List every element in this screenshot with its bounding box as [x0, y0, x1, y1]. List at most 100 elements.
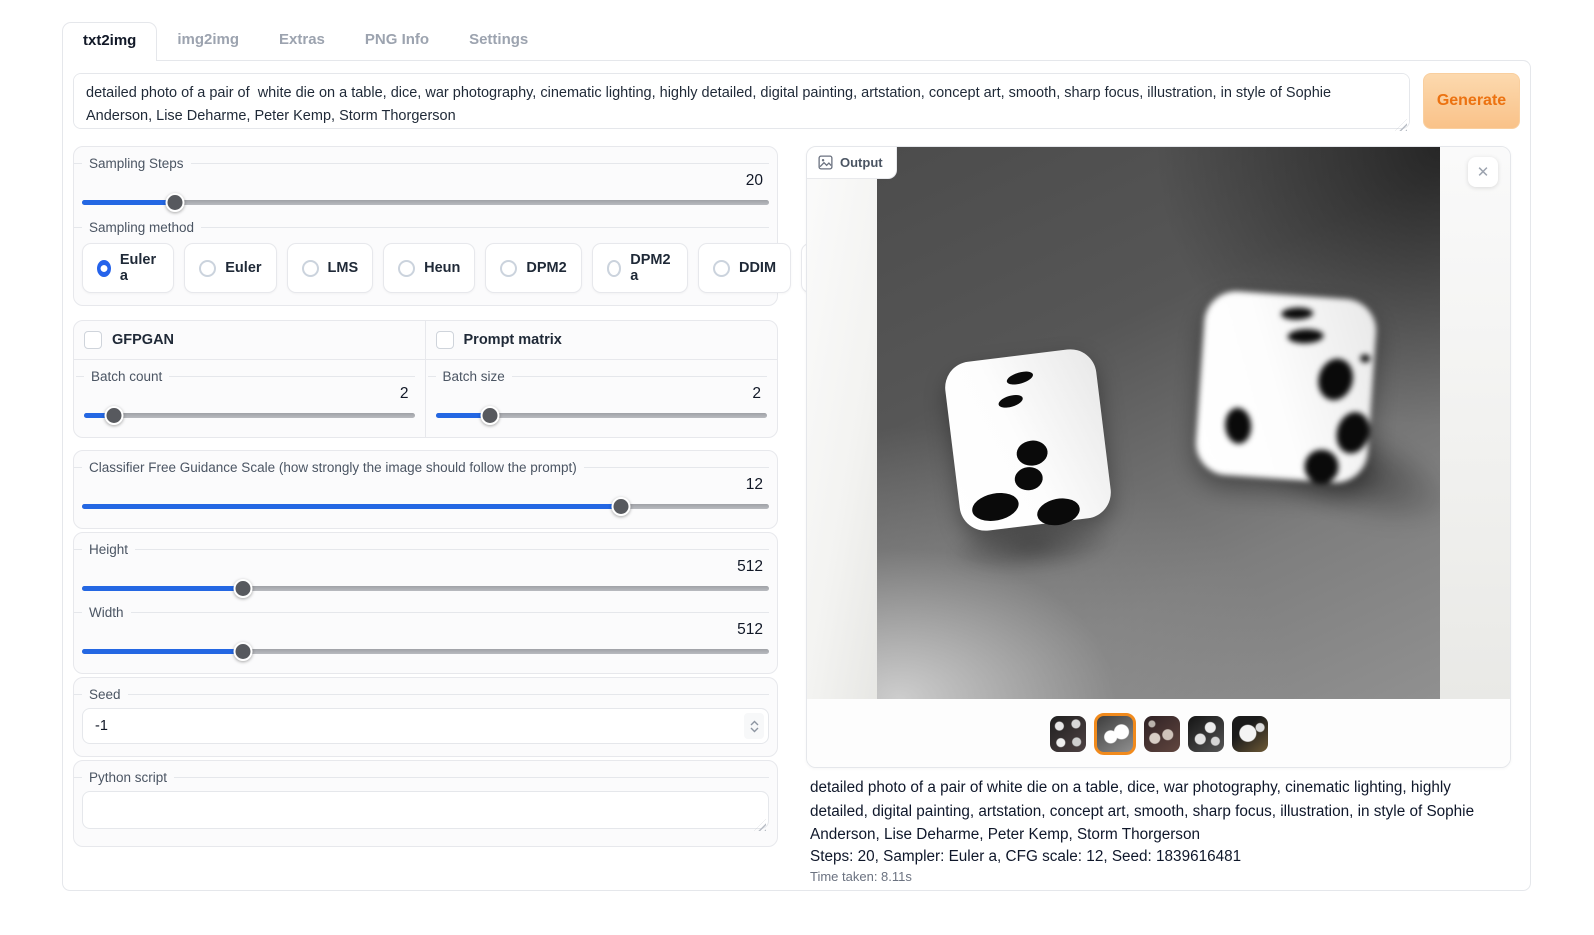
radio-icon	[199, 260, 216, 277]
height-value: 512	[82, 558, 769, 576]
prompt-textarea-wrap: detailed photo of a pair of white die on…	[73, 73, 1410, 134]
image-blur-edge-right	[1440, 147, 1510, 699]
radio-icon	[713, 260, 730, 277]
die-right	[1194, 289, 1378, 485]
slider-thumb[interactable]	[104, 406, 123, 425]
cfg-scale-label: Classifier Free Guidance Scale (how stro…	[82, 460, 769, 475]
radio-icon	[302, 260, 319, 277]
batch-count-slider[interactable]	[84, 405, 415, 425]
cfg-scale-value: 12	[82, 476, 769, 494]
output-label-chip: Output	[807, 147, 897, 179]
gallery-thumbnails	[807, 699, 1510, 768]
cfg-scale-slider[interactable]	[82, 496, 769, 516]
gallery-thumbnail-1[interactable]	[1050, 716, 1086, 752]
sampler-option-label: Heun	[424, 260, 460, 276]
sampler-option-label: DDIM	[739, 260, 776, 276]
sampling-group: Sampling Steps 20 Sampling method Euler …	[73, 146, 778, 306]
gallery-thumbnail-5[interactable]	[1232, 716, 1268, 752]
gallery-thumbnail-4[interactable]	[1188, 716, 1224, 752]
radio-icon	[97, 260, 111, 277]
sampling-steps-slider[interactable]	[82, 192, 769, 212]
python-script-label: Python script	[82, 770, 769, 785]
height-slider[interactable]	[82, 578, 769, 598]
gfpgan-option[interactable]: GFPGAN	[74, 321, 426, 360]
python-script-group: Python script	[73, 760, 778, 847]
generation-info: detailed photo of a pair of white die on…	[806, 768, 1511, 884]
seed-input[interactable]	[82, 708, 769, 744]
seed-label: Seed	[82, 687, 769, 702]
tab-png-info[interactable]: PNG Info	[345, 22, 449, 60]
slider-thumb[interactable]	[234, 579, 253, 598]
sampling-method-label: Sampling method	[82, 220, 769, 235]
prompt-matrix-option[interactable]: Prompt matrix	[426, 321, 778, 360]
image-icon	[818, 155, 833, 170]
txt2img-panel: detailed photo of a pair of white die on…	[62, 60, 1531, 891]
width-value: 512	[82, 621, 769, 639]
output-column: Output ✕	[806, 146, 1511, 884]
slider-fill	[82, 649, 243, 654]
sampler-option-euler-a[interactable]: Euler a	[82, 243, 174, 293]
caption-params: Steps: 20, Sampler: Euler a, CFG scale: …	[810, 848, 1507, 866]
chevron-up-icon	[750, 720, 759, 726]
cfg-scale-group: Classifier Free Guidance Scale (how stro…	[73, 450, 778, 529]
slider-thumb[interactable]	[612, 497, 631, 516]
slider-thumb[interactable]	[234, 642, 253, 661]
tab-settings[interactable]: Settings	[449, 22, 548, 60]
die-left	[942, 346, 1114, 533]
prompt-matrix-checkbox[interactable]	[436, 331, 454, 349]
generate-button[interactable]: Generate	[1423, 73, 1520, 129]
gfpgan-checkbox[interactable]	[84, 331, 102, 349]
options-batch-group: GFPGAN Prompt matrix Batch count 2	[73, 320, 778, 438]
batch-size-label: Batch size	[436, 369, 768, 384]
prompt-row: detailed photo of a pair of white die on…	[73, 73, 1520, 134]
batch-count-value: 2	[84, 385, 415, 403]
caption-time-taken: Time taken: 8.11s	[810, 869, 1507, 884]
output-image-stage	[807, 147, 1510, 699]
sampler-option-label: Euler	[225, 260, 261, 276]
sampler-option-dpm2-a[interactable]: DPM2 a	[592, 243, 688, 293]
sampler-option-heun[interactable]: Heun	[383, 243, 475, 293]
batch-size-value: 2	[436, 385, 768, 403]
app: txt2img img2img Extras PNG Info Settings…	[62, 22, 1531, 891]
tab-txt2img[interactable]: txt2img	[62, 22, 157, 61]
prompt-matrix-label: Prompt matrix	[464, 332, 562, 348]
sampler-option-euler[interactable]: Euler	[184, 243, 276, 293]
seed-stepper[interactable]	[744, 713, 764, 739]
slider-thumb[interactable]	[165, 193, 184, 212]
python-script-input[interactable]	[82, 791, 769, 829]
close-output-button[interactable]: ✕	[1468, 157, 1498, 187]
radio-icon	[607, 260, 622, 277]
batch-count-cell: Batch count 2	[74, 360, 426, 437]
generated-image[interactable]	[877, 147, 1440, 699]
sampler-option-dpm2[interactable]: DPM2	[485, 243, 581, 293]
caption-prompt: detailed photo of a pair of white die on…	[810, 776, 1507, 847]
tab-bar: txt2img img2img Extras PNG Info Settings	[62, 22, 1531, 60]
slider-track[interactable]	[82, 200, 769, 205]
slider-track[interactable]	[84, 413, 415, 418]
sampler-option-label: LMS	[328, 260, 359, 276]
slider-fill	[82, 504, 621, 509]
batch-size-slider[interactable]	[436, 405, 768, 425]
sampler-option-lms[interactable]: LMS	[287, 243, 374, 293]
sampling-steps-value: 20	[82, 172, 769, 190]
prompt-input[interactable]: detailed photo of a pair of white die on…	[73, 73, 1410, 129]
chevron-down-icon	[750, 727, 759, 733]
tab-extras[interactable]: Extras	[259, 22, 345, 60]
radio-icon	[398, 260, 415, 277]
sampler-option-label: DPM2	[526, 260, 566, 276]
gallery-thumbnail-3[interactable]	[1144, 716, 1180, 752]
tab-img2img[interactable]: img2img	[157, 22, 259, 60]
sampler-option-ddim[interactable]: DDIM	[698, 243, 791, 293]
sampler-option-label: Euler a	[120, 252, 159, 284]
width-slider[interactable]	[82, 641, 769, 661]
slider-fill	[82, 586, 243, 591]
image-blur-edge-left	[807, 147, 877, 699]
slider-thumb[interactable]	[481, 406, 500, 425]
gfpgan-label: GFPGAN	[112, 332, 174, 348]
width-label: Width	[82, 605, 769, 620]
output-label: Output	[840, 155, 883, 170]
gallery-thumbnail-2-selected[interactable]	[1094, 713, 1136, 755]
batch-count-label: Batch count	[84, 369, 415, 384]
sampling-steps-label: Sampling Steps	[82, 156, 769, 171]
slider-fill	[82, 200, 175, 205]
